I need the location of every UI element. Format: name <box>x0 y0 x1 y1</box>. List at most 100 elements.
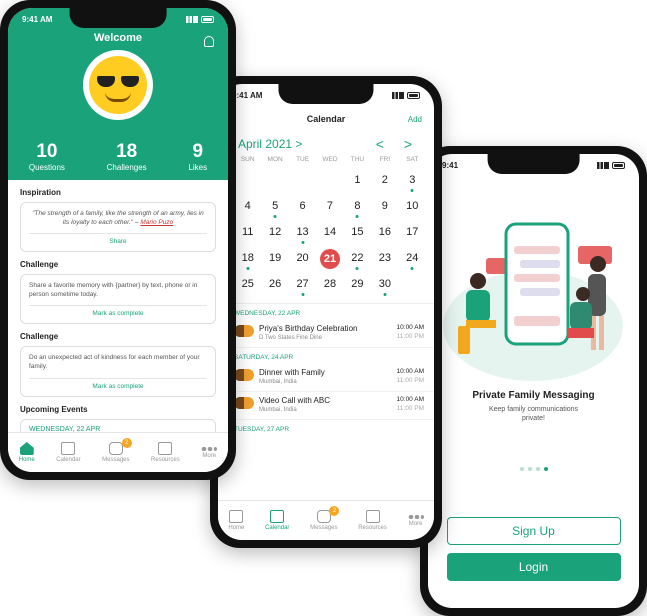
weekday-label: WED <box>322 156 338 163</box>
month-nav-arrows[interactable]: < > <box>376 136 420 152</box>
tab-more[interactable]: More <box>407 514 424 527</box>
battery-icon <box>407 91 420 99</box>
battery-icon <box>201 15 214 23</box>
calendar-day[interactable]: 30 <box>371 275 398 293</box>
tab-bar: Home Calendar 2 Messages Resources More <box>8 432 228 472</box>
stats-row: 10 Questions 18 Challenges 9 Likes <box>8 141 228 172</box>
stat-likes[interactable]: 9 Likes <box>188 141 207 172</box>
calendar-day[interactable]: 14 <box>316 223 343 241</box>
tab-resources[interactable]: Resources <box>358 510 387 531</box>
tab-messages[interactable]: 2 Messages <box>102 438 132 463</box>
calendar-day[interactable]: 11 <box>234 223 261 241</box>
page-dot[interactable] <box>535 467 540 472</box>
calendar-day[interactable]: 6 <box>289 197 316 215</box>
mark-complete-button[interactable]: Mark as complete <box>29 310 207 317</box>
event-item[interactable]: Dinner with Family Mumbai, India 10:00 AM 1… <box>218 364 434 392</box>
calendar-day[interactable]: 27 <box>289 275 316 293</box>
home-icon <box>229 510 244 523</box>
calendar-day[interactable]: 29 <box>344 275 371 293</box>
stat-questions[interactable]: 10 Questions <box>29 141 65 172</box>
sunglasses-emoji-icon <box>89 56 147 114</box>
weekday-label: SUN <box>240 156 255 163</box>
calendar-day[interactable]: 20 <box>289 249 316 267</box>
weekday-label: THU <box>350 156 365 163</box>
tab-more[interactable]: More <box>201 446 218 459</box>
tab-calendar[interactable]: Calendar <box>265 510 289 531</box>
calendar-day[interactable]: 23 <box>371 249 398 267</box>
calendar-grid: SUN MON TUE WED THU FRI SAT 1 2 3 4 5 6 7 8 9 10 11 12 13 14… <box>218 156 434 293</box>
quote-author[interactable]: Mario Puzo <box>140 219 173 226</box>
event-date-header: SATURDAY, 24 APR <box>234 354 294 361</box>
event-location: D Two States Fine Dine <box>259 335 322 341</box>
month-row: April 2021 > < > <box>218 132 434 156</box>
challenge-text: Share a favorite memory with {partner} b… <box>29 282 198 299</box>
home-screen: 9:41 AM Welcome 10 Questions 18 Challenges… <box>8 8 228 472</box>
calendar-day[interactable]: 1 <box>344 171 371 189</box>
signal-icon <box>186 15 198 23</box>
tab-resources[interactable]: Resources <box>151 442 180 463</box>
home-feed: Inspiration "The strength of a family, l… <box>8 180 228 432</box>
page-indicator[interactable] <box>428 467 639 472</box>
calendar-day[interactable]: 16 <box>371 223 398 241</box>
event-item[interactable]: Video Call with ABC Mumbai, India 10:00 AM… <box>218 392 434 420</box>
calendar-day[interactable]: 5 <box>261 197 288 215</box>
calendar-empty-cell <box>399 275 426 293</box>
calendar-day[interactable]: 24 <box>399 249 426 267</box>
calendar-day[interactable]: 4 <box>234 197 261 215</box>
page-dot[interactable] <box>519 467 524 472</box>
stat-challenges[interactable]: 18 Challenges <box>107 141 147 172</box>
calendar-day[interactable]: 3 <box>399 171 426 189</box>
event-item[interactable]: Priya's Birthday Celebration D Two States… <box>218 320 434 348</box>
signal-icon <box>597 161 609 169</box>
calendar-day[interactable]: 2 <box>371 171 398 189</box>
quote-text: "The strength of a family, like the stre… <box>32 210 204 227</box>
calendar-day[interactable]: 13 <box>289 223 316 241</box>
challenge-text: Do an unexpected act of kindness for eac… <box>29 354 200 371</box>
page-dot[interactable] <box>527 467 532 472</box>
month-selector[interactable]: April 2021 > <box>238 137 302 151</box>
tab-home[interactable]: Home <box>228 510 244 531</box>
calendar-day[interactable]: 21 <box>316 249 343 269</box>
more-icon <box>407 514 424 519</box>
add-button[interactable]: Add <box>408 115 422 124</box>
tab-home[interactable]: Home <box>19 442 35 463</box>
status-time: 9:41 AM <box>232 90 263 100</box>
calendar-day[interactable]: 10 <box>399 197 426 215</box>
bell-icon[interactable] <box>204 36 214 47</box>
messages-badge: 2 <box>329 506 340 516</box>
event-list: WEDNESDAY, 22 APR Priya's Birthday Celebr… <box>218 303 434 436</box>
event-end-time: 11:00 PM <box>396 405 424 412</box>
home-icon <box>19 442 34 455</box>
status-time: 9:41 <box>442 160 459 170</box>
event-end-time: 11:00 PM <box>396 377 424 384</box>
calendar-day[interactable]: 8 <box>344 197 371 215</box>
calendar-day[interactable]: 17 <box>399 223 426 241</box>
calendar-day[interactable]: 18 <box>234 249 261 267</box>
event-location: Mumbai, India <box>259 379 297 385</box>
calendar-day[interactable]: 15 <box>344 223 371 241</box>
sign-up-button[interactable]: Sign Up <box>446 517 621 546</box>
mark-complete-button[interactable]: Mark as complete <box>29 383 207 390</box>
event-start-time: 10:00 AM <box>396 396 424 403</box>
tab-calendar[interactable]: Calendar <box>56 442 81 463</box>
login-button[interactable]: Login <box>446 553 621 582</box>
calendar-day[interactable]: 19 <box>261 249 288 267</box>
notch <box>278 84 374 104</box>
avatar[interactable] <box>83 50 153 120</box>
calendar-day[interactable]: 22 <box>344 249 371 267</box>
page-dot-active[interactable] <box>543 467 548 472</box>
calendar-day[interactable]: 25 <box>234 275 261 293</box>
messages-badge: 2 <box>121 438 132 448</box>
battery-icon <box>612 161 625 169</box>
challenge-heading: Challenge <box>20 260 59 270</box>
calendar-day[interactable]: 9 <box>371 197 398 215</box>
upcoming-event-date[interactable]: WEDNESDAY, 22 APR <box>20 418 216 432</box>
calendar-day[interactable]: 7 <box>316 197 343 215</box>
phone-onboarding: 9:41 Private Family Messaging Keep famil… <box>420 146 647 616</box>
status-time: 9:41 AM <box>22 14 53 24</box>
share-button[interactable]: Share <box>29 238 207 245</box>
tab-messages[interactable]: 2 Messages <box>310 506 340 531</box>
calendar-day[interactable]: 12 <box>261 223 288 241</box>
calendar-day[interactable]: 26 <box>261 275 288 293</box>
calendar-day[interactable]: 28 <box>316 275 343 293</box>
